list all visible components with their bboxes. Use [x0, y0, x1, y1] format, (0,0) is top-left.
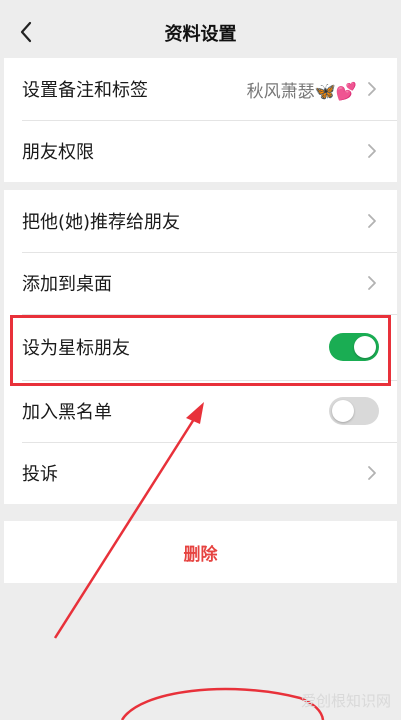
- row-star-friend: 设为星标朋友: [4, 314, 397, 380]
- chevron-right-icon: [367, 212, 379, 230]
- row-label: 加入黑名单: [22, 402, 112, 423]
- row-label: 投诉: [22, 464, 58, 485]
- star-friend-toggle[interactable]: [329, 333, 379, 361]
- row-recommend-to-friend[interactable]: 把他(她)推荐给朋友: [4, 190, 397, 252]
- top-bar: 资料设置: [0, 0, 401, 60]
- toggle-knob: [354, 336, 376, 358]
- delete-group: 删除: [4, 521, 397, 583]
- row-friend-permissions[interactable]: 朋友权限: [4, 120, 397, 182]
- settings-group-remark: 设置备注和标签 秋风萧瑟🦋💕 朋友权限: [4, 58, 397, 182]
- row-complaint[interactable]: 投诉: [4, 442, 397, 504]
- row-label: 设为星标朋友: [22, 338, 130, 359]
- remark-value: 秋风萧瑟🦋💕: [246, 81, 357, 102]
- row-label: 设置备注和标签: [22, 80, 148, 101]
- chevron-right-icon: [367, 80, 379, 98]
- row-add-to-desktop[interactable]: 添加到桌面: [4, 252, 397, 314]
- chevron-right-icon: [367, 464, 379, 482]
- chevron-right-icon: [367, 142, 379, 160]
- blacklist-toggle[interactable]: [329, 397, 379, 425]
- row-blacklist: 加入黑名单: [4, 380, 397, 442]
- settings-group-actions: 把他(她)推荐给朋友 添加到桌面 设为星标朋友 加入黑名单 投诉: [4, 190, 397, 504]
- delete-button[interactable]: 删除: [4, 521, 397, 583]
- watermark-text: 爱创根知识网: [300, 692, 391, 710]
- row-set-remark-tags[interactable]: 设置备注和标签 秋风萧瑟🦋💕: [4, 58, 397, 120]
- page-title: 资料设置: [164, 24, 237, 45]
- row-label: 把他(她)推荐给朋友: [22, 212, 181, 233]
- toggle-knob: [332, 400, 354, 422]
- annotation-circle: [120, 687, 325, 720]
- chevron-right-icon: [367, 274, 379, 292]
- row-label: 添加到桌面: [22, 274, 112, 295]
- row-label: 朋友权限: [22, 142, 94, 163]
